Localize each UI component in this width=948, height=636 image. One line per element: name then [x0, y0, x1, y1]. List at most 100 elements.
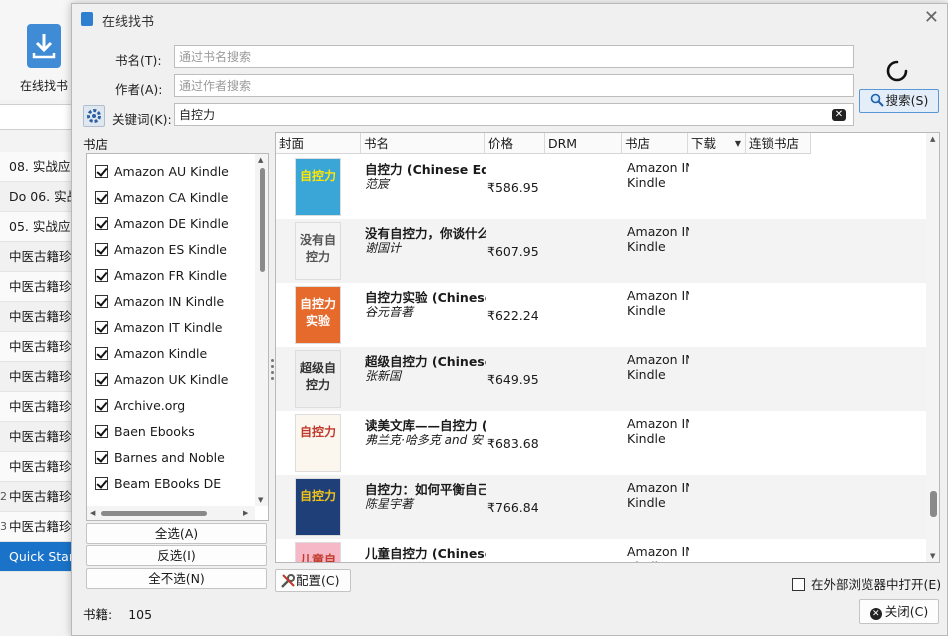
checkbox-checked[interactable] — [95, 399, 108, 412]
library-book-title: 中医古籍珍 — [9, 429, 72, 444]
clear-keyword-icon[interactable]: ✕ — [832, 109, 846, 121]
library-book-row[interactable]: 中医古籍珍 — [0, 392, 72, 422]
store-checkbox-item[interactable]: Beam EBooks DE — [95, 476, 221, 496]
search-button-label: 搜索(S) — [885, 93, 929, 108]
open-external-browser-checkbox[interactable]: 在外部浏览器中打开(E) — [792, 574, 941, 593]
store-checkbox-item[interactable]: Amazon IN Kindle — [95, 294, 224, 314]
scroll-down-icon[interactable]: ▼ — [930, 552, 935, 560]
store-name: Archive.org — [114, 398, 186, 413]
book-cover-image: 自控力实验 — [295, 286, 341, 344]
invert-selection-button[interactable]: 反选(I) — [86, 545, 267, 566]
library-book-row[interactable]: 3 中医古籍珍 — [0, 512, 72, 542]
checkbox-checked[interactable] — [95, 451, 108, 464]
checkbox-checked[interactable] — [95, 191, 108, 204]
checkbox-checked[interactable] — [95, 347, 108, 360]
library-book-row[interactable]: Quick Start — [0, 542, 72, 572]
select-all-button[interactable]: 全选(A) — [86, 523, 267, 544]
result-book-price: ₹649.95 — [487, 372, 539, 387]
store-checkbox-item[interactable]: Barnes and Noble — [95, 450, 225, 470]
scroll-left-icon[interactable]: ◀ — [90, 509, 95, 517]
checkbox-checked[interactable] — [95, 217, 108, 230]
search-options-button[interactable] — [83, 105, 105, 127]
store-name: Baen Ebooks — [114, 424, 195, 439]
library-book-title: 05. 实战应用 — [9, 219, 72, 234]
column-header-affiliate[interactable]: 连锁书店 — [746, 133, 811, 154]
column-header-store[interactable]: 书店 — [622, 133, 688, 154]
result-row[interactable]: 自控力 读美文库——自控力 (弗兰克·哈多克 and 安 ₹683.68 Amazon… — [276, 411, 926, 475]
main-search-bar[interactable] — [0, 104, 72, 130]
checkbox-checked[interactable] — [95, 477, 108, 490]
author-search-input[interactable] — [174, 74, 854, 97]
checkbox-checked[interactable] — [95, 425, 108, 438]
scroll-down-icon[interactable]: ▼ — [258, 496, 263, 504]
scroll-up-icon[interactable]: ▲ — [930, 135, 935, 143]
store-name: Amazon ES Kindle — [114, 242, 227, 257]
column-header-drm[interactable]: DRM — [545, 133, 622, 154]
store-checkbox-item[interactable]: Amazon ES Kindle — [95, 242, 227, 262]
column-header-download[interactable]: 下载 ▼ — [688, 133, 746, 154]
library-book-row[interactable]: 中医古籍珍 — [0, 302, 72, 332]
result-row[interactable]: 自控力实验 自控力实验 (Chinese 谷元音著 ₹622.24 Amazon IN K… — [276, 283, 926, 347]
store-checkbox-item[interactable]: Amazon IT Kindle — [95, 320, 222, 340]
sort-descending-icon: ▼ — [734, 139, 741, 148]
library-book-row[interactable]: Do 06. 实战 — [0, 182, 72, 212]
library-book-row[interactable]: 中医古籍珍 — [0, 332, 72, 362]
close-icon[interactable]: ✕ — [924, 9, 939, 27]
checkbox-checked[interactable] — [95, 373, 108, 386]
checkbox-checked[interactable] — [95, 269, 108, 282]
result-row[interactable]: 自控力自控力 (Chinese Edit范宸₹586.95Amazon INKi… — [276, 155, 926, 219]
library-book-title: 08. 实战应用 — [9, 159, 72, 174]
result-row[interactable]: 儿童自控力儿童自控力 (Chinese小星妈妈著Amazon INKindle — [276, 539, 926, 562]
store-checkbox-item[interactable]: Amazon AU Kindle — [95, 164, 229, 184]
scroll-right-icon[interactable]: ▶ — [243, 509, 248, 517]
title-search-input[interactable] — [174, 45, 854, 68]
store-checkbox-item[interactable]: Amazon FR Kindle — [95, 268, 227, 288]
store-checkbox-item[interactable]: Amazon UK Kindle — [95, 372, 229, 392]
stores-horizontal-scrollbar[interactable]: ◀ ▶ — [87, 506, 255, 520]
store-checkbox-item[interactable]: Baen Ebooks — [95, 424, 195, 444]
get-books-toolbar-button[interactable]: 在线找书 — [14, 24, 74, 98]
panel-splitter-handle[interactable] — [271, 359, 274, 383]
stores-vertical-scrollbar[interactable]: ▲ ▼ — [255, 154, 268, 506]
store-name: Beam EBooks DE — [114, 476, 222, 491]
result-row[interactable]: 超级自控力 超级自控力 (Chinese 张新国 ₹649.95 Amazon IN Ki… — [276, 347, 926, 411]
checkbox-unchecked[interactable] — [792, 578, 805, 591]
library-book-row[interactable]: 中医古籍珍 — [0, 422, 72, 452]
column-header-price[interactable]: 价格 — [485, 133, 545, 154]
stores-hscroll-thumb[interactable] — [101, 511, 207, 516]
close-button[interactable]: ✕ 关闭(C) — [859, 599, 939, 624]
store-checkbox-item[interactable]: Amazon Kindle — [95, 346, 207, 366]
store-checkbox-item[interactable]: Archive.org — [95, 398, 185, 418]
configure-button[interactable]: 配置(C) — [275, 569, 351, 592]
keyword-search-input[interactable] — [174, 103, 854, 126]
select-none-button[interactable]: 全不选(N) — [86, 568, 267, 589]
cover-title-text: 自控力 — [299, 425, 336, 439]
result-row[interactable]: 自控力 自控力：如何平衡自己 陈星宇著 ₹766.84 Amazon IN Kindle — [276, 475, 926, 539]
store-checkbox-item[interactable]: Amazon CA Kindle — [95, 190, 228, 210]
library-book-row[interactable]: 2 中医古籍珍 — [0, 482, 72, 512]
results-scroll-thumb[interactable] — [930, 491, 937, 517]
store-checkbox-item[interactable]: Amazon DE Kindle — [95, 216, 229, 236]
store-line-1: Amazon IN — [627, 160, 689, 175]
store-name: Amazon AU Kindle — [114, 164, 229, 179]
search-button[interactable]: 搜索(S) — [859, 89, 939, 113]
result-row[interactable]: 没有自控力 没有自控力，你谈什么 谢国计 ₹607.95 Amazon IN Kindle — [276, 219, 926, 283]
gear-icon — [87, 109, 101, 123]
column-header-title[interactable]: 书名 — [361, 133, 485, 154]
library-book-row[interactable]: 中医古籍珍 — [0, 242, 72, 272]
column-header-cover[interactable]: 封面 — [276, 133, 361, 154]
library-book-row[interactable]: 05. 实战应用 — [0, 212, 72, 242]
stores-scroll-thumb[interactable] — [260, 168, 265, 272]
library-book-row[interactable]: 中医古籍珍 — [0, 362, 72, 392]
checkbox-checked[interactable] — [95, 243, 108, 256]
book-count-value: 105 — [128, 607, 153, 622]
library-book-row[interactable]: 中医古籍珍 — [0, 272, 72, 302]
checkbox-checked[interactable] — [95, 165, 108, 178]
scroll-up-icon[interactable]: ▲ — [258, 156, 263, 164]
library-book-row[interactable]: 中医古籍珍 — [0, 452, 72, 482]
checkbox-checked[interactable] — [95, 321, 108, 334]
checkbox-checked[interactable] — [95, 295, 108, 308]
results-vertical-scrollbar[interactable]: ▲ ▼ — [926, 133, 939, 562]
library-book-title: 中医古籍珍 — [9, 309, 72, 324]
library-book-row[interactable]: 08. 实战应用 — [0, 152, 72, 182]
